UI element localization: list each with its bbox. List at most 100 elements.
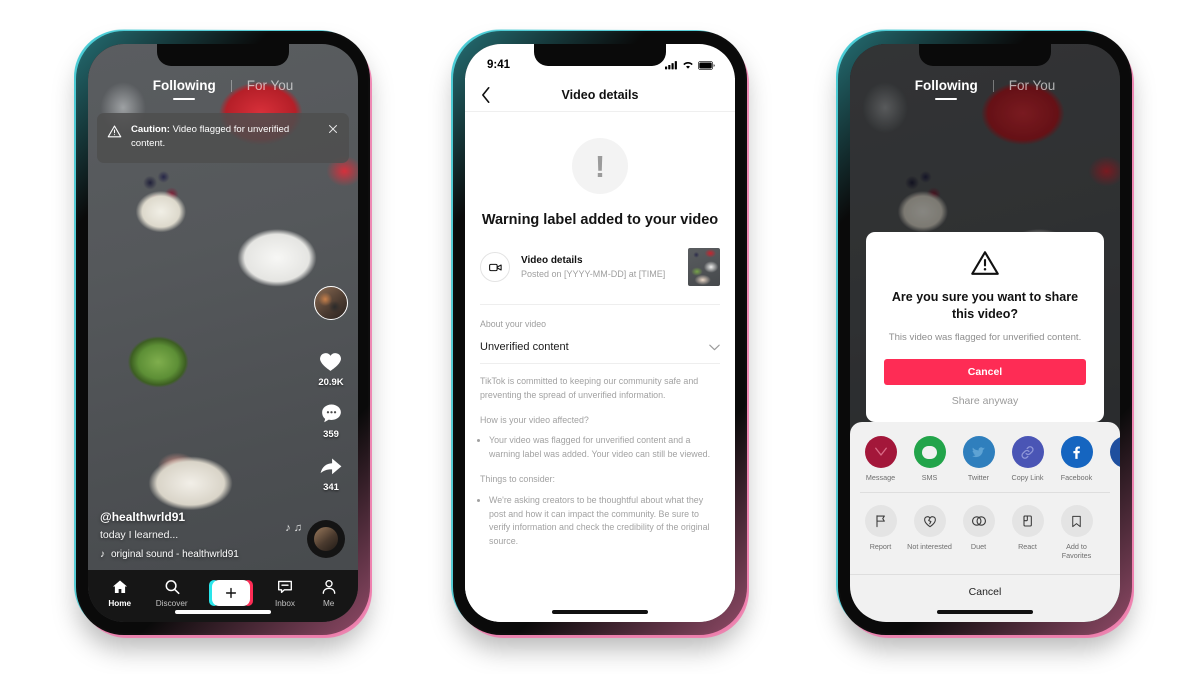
like-count: 20.9K	[318, 377, 344, 388]
home-indicator	[937, 610, 1033, 614]
battery-icon	[698, 60, 715, 70]
nav-home[interactable]: Home	[108, 578, 131, 608]
phone2-screen: 9:41 Video details ! Warning label added…	[465, 44, 735, 622]
feed-action-rail: 20.9K 359 341	[314, 286, 348, 503]
avatar[interactable]	[314, 286, 348, 320]
video-details-title: Video details	[521, 255, 583, 266]
cancel-button[interactable]: Cancel	[884, 358, 1086, 385]
flag-icon	[864, 505, 897, 537]
share-actions-row: Report Not interested Duet React Add to …	[850, 493, 1120, 568]
warning-badge-glyph: !	[594, 148, 606, 184]
search-icon	[165, 580, 180, 595]
section-label: About your video	[480, 319, 547, 329]
share-confirm-dialog: Are you sure you want to share this vide…	[866, 232, 1104, 422]
nav-discover[interactable]: Discover	[156, 578, 188, 608]
facebook-icon	[1060, 436, 1093, 468]
share-count: 341	[323, 482, 339, 493]
phone-mockup-video-details: 9:41 Video details ! Warning label added…	[451, 29, 749, 637]
phone-mockup-share-confirm: Following For You Message SMS Twitter Co…	[836, 29, 1134, 637]
accordion-title: Unverified content	[480, 341, 569, 353]
warning-triangle-icon	[107, 125, 122, 138]
heart-icon	[320, 353, 342, 371]
details-body: ! Warning label added to your video Vide…	[465, 112, 735, 622]
hero-title: Warning label added to your video	[481, 212, 719, 228]
action-not-interested[interactable]: Not interested	[905, 505, 954, 560]
nav-inbox[interactable]: Inbox	[275, 578, 295, 608]
tab-following[interactable]: Following	[150, 78, 219, 93]
chevron-left-icon[interactable]	[480, 86, 492, 104]
message-icon	[864, 436, 897, 468]
sheet-cancel-button[interactable]: Cancel	[850, 574, 1120, 598]
person-icon	[322, 580, 336, 594]
modal-body: This video was flagged for unverified co…	[888, 331, 1082, 343]
music-notes-decor: ♪ ♫	[285, 522, 302, 534]
list-item: Your video was flagged for unverified co…	[489, 434, 720, 462]
cellular-icon	[665, 61, 677, 70]
feed-top-tabs: Following For You	[88, 78, 358, 93]
modal-title: Are you sure you want to share this vide…	[891, 290, 1079, 321]
record-inner	[314, 527, 338, 551]
nav-me-label: Me	[322, 599, 335, 608]
home-indicator	[175, 610, 271, 614]
video-details-subtitle: Posted on [YYYY-MM-DD] at [TIME]	[521, 269, 666, 279]
share-target-message[interactable]: Message	[856, 436, 905, 482]
phone1-notch	[157, 44, 289, 66]
phone3-screen: Following For You Message SMS Twitter Co…	[850, 44, 1120, 622]
comment-button[interactable]: 359	[319, 401, 344, 440]
duet-icon	[962, 505, 995, 537]
share-anyway-button[interactable]: Share anyway	[884, 395, 1086, 407]
action-duet[interactable]: Duet	[954, 505, 1003, 560]
more-share-icon	[1109, 436, 1120, 468]
comment-icon	[321, 404, 341, 423]
author-handle[interactable]: @healthwrld91	[100, 510, 239, 524]
nav-create-button[interactable]	[209, 580, 254, 606]
warning-badge: !	[572, 138, 628, 194]
wifi-icon	[683, 62, 693, 69]
video-details-row[interactable]: Video details Posted on [YYYY-MM-DD] at …	[480, 248, 720, 305]
sms-icon	[913, 436, 946, 468]
music-note-icon: ♪	[100, 549, 105, 560]
bottom-navigation: Home Discover Inbox Me	[88, 570, 358, 622]
tab-divider	[230, 79, 232, 92]
share-target-more[interactable]	[1101, 436, 1120, 482]
tab-for-you[interactable]: For You	[1006, 78, 1059, 93]
share-sheet: Message SMS Twitter Copy Link Facebook R…	[850, 422, 1120, 622]
consider-bullets: We're asking creators to be thoughtful a…	[489, 494, 720, 549]
action-add-to-favorites[interactable]: Add to Favorites	[1052, 505, 1101, 560]
list-item: We're asking creators to be thoughtful a…	[489, 494, 720, 549]
action-report[interactable]: Report	[856, 505, 905, 560]
close-icon[interactable]	[327, 123, 339, 135]
share-label: SMS	[921, 473, 938, 482]
broken-heart-icon	[913, 505, 946, 537]
status-icons	[665, 60, 715, 70]
video-icon-wrap	[480, 252, 510, 282]
home-indicator	[552, 610, 648, 614]
tab-for-you[interactable]: For You	[244, 78, 297, 93]
caution-prefix: Caution:	[131, 124, 170, 135]
status-time: 9:41	[487, 59, 511, 71]
affected-bullets: Your video was flagged for unverified co…	[489, 434, 720, 462]
share-target-copy-link[interactable]: Copy Link	[1003, 436, 1052, 482]
share-target-twitter[interactable]: Twitter	[954, 436, 1003, 482]
video-thumbnail[interactable]	[688, 248, 720, 286]
inbox-icon	[277, 580, 292, 593]
like-button[interactable]: 20.9K	[318, 349, 344, 388]
music-title: original sound - healthwrld91	[111, 549, 239, 560]
nav-me[interactable]: Me	[320, 578, 338, 608]
accordion-header[interactable]: Unverified content	[480, 341, 720, 364]
share-label: Twitter	[967, 473, 990, 482]
nav-inbox-label: Inbox	[274, 599, 295, 608]
action-react[interactable]: React	[1003, 505, 1052, 560]
share-label: Copy Link	[1011, 473, 1044, 482]
chevron-down-icon	[709, 344, 720, 350]
music-row[interactable]: ♪ original sound - healthwrld91	[100, 549, 239, 560]
feed-top-tabs: Following For You	[850, 78, 1120, 93]
share-label: Message	[865, 473, 896, 482]
action-label: Report	[869, 542, 892, 551]
share-button[interactable]: 341	[318, 453, 344, 493]
spinning-record[interactable]	[307, 520, 345, 558]
share-target-facebook[interactable]: Facebook	[1052, 436, 1101, 482]
share-target-sms[interactable]: SMS	[905, 436, 954, 482]
page-title: Video details	[561, 87, 639, 102]
tab-following[interactable]: Following	[912, 78, 981, 93]
